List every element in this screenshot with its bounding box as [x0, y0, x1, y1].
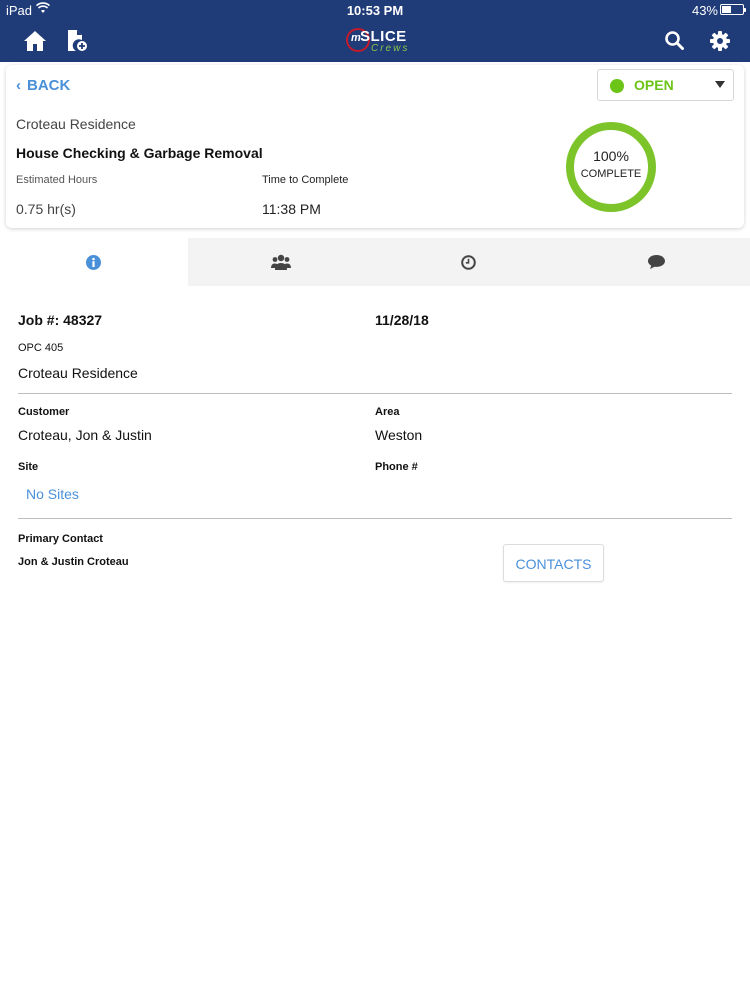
- clock-icon: [461, 254, 477, 270]
- caret-down-icon: [715, 81, 725, 88]
- job-summary-card: ‹ BACK OPEN Croteau Residence House Check…: [6, 65, 744, 228]
- primary-contact-label: Primary Contact: [18, 533, 103, 545]
- clock-time: 10:53 PM: [346, 3, 404, 18]
- contacts-button[interactable]: CONTACTS: [503, 544, 604, 582]
- customer-label: Customer: [18, 406, 70, 418]
- progress-caption: COMPLETE: [580, 168, 642, 180]
- app-header: iPad 10:53 PM 43% m SLICE Crews: [0, 0, 750, 62]
- divider: [18, 518, 732, 519]
- chevron-left-icon: ‹: [16, 77, 21, 94]
- chat-icon: [647, 255, 665, 269]
- crew-icon: [271, 254, 292, 270]
- detail-tabs: [0, 238, 750, 286]
- gear-icon[interactable]: [710, 31, 730, 51]
- completion-progress-ring: 100% COMPLETE: [566, 122, 656, 212]
- status-label: OPEN: [634, 77, 674, 93]
- area-value: Weston: [375, 427, 423, 443]
- battery-icon: [720, 4, 746, 15]
- search-icon[interactable]: [665, 31, 684, 50]
- battery-percentage: 43%: [691, 3, 718, 18]
- phone-label: Phone #: [375, 461, 418, 473]
- customer-value: Croteau, Jon & Justin: [18, 427, 152, 443]
- status-bar: iPad 10:53 PM 43%: [0, 0, 750, 20]
- info-icon: [86, 254, 102, 270]
- new-document-icon[interactable]: [66, 29, 88, 53]
- progress-percent: 100%: [593, 148, 629, 164]
- tab-time[interactable]: [375, 238, 563, 286]
- job-number: Job #: 48327: [18, 312, 103, 328]
- tab-crew[interactable]: [188, 238, 376, 286]
- site-label: Site: [18, 461, 39, 473]
- back-button[interactable]: ‹ BACK: [16, 77, 70, 94]
- no-sites-link[interactable]: No Sites: [26, 486, 79, 502]
- area-label: Area: [375, 406, 400, 418]
- job-status-dropdown[interactable]: OPEN: [597, 69, 734, 101]
- mslice-crews-logo: m SLICE Crews: [346, 27, 408, 55]
- home-icon[interactable]: [23, 30, 47, 52]
- time-to-complete-label: Time to Complete: [262, 174, 349, 186]
- tab-notes[interactable]: [563, 238, 750, 286]
- detail-site-name: Croteau Residence: [18, 365, 138, 381]
- tab-info[interactable]: [0, 238, 188, 286]
- back-label: BACK: [27, 77, 71, 94]
- job-date: 11/28/18: [375, 312, 429, 328]
- job-site-name: Croteau Residence: [16, 116, 136, 132]
- divider: [18, 393, 732, 394]
- estimated-hours-value: 0.75 hr(s): [16, 201, 76, 217]
- job-code: OPC 405: [18, 342, 64, 354]
- estimated-hours-label: Estimated Hours: [16, 174, 98, 186]
- status-dot-icon: [610, 79, 624, 93]
- primary-contact-value: Jon & Justin Croteau: [18, 556, 129, 568]
- job-title: House Checking & Garbage Removal: [16, 145, 263, 161]
- time-to-complete-value: 11:38 PM: [262, 201, 321, 217]
